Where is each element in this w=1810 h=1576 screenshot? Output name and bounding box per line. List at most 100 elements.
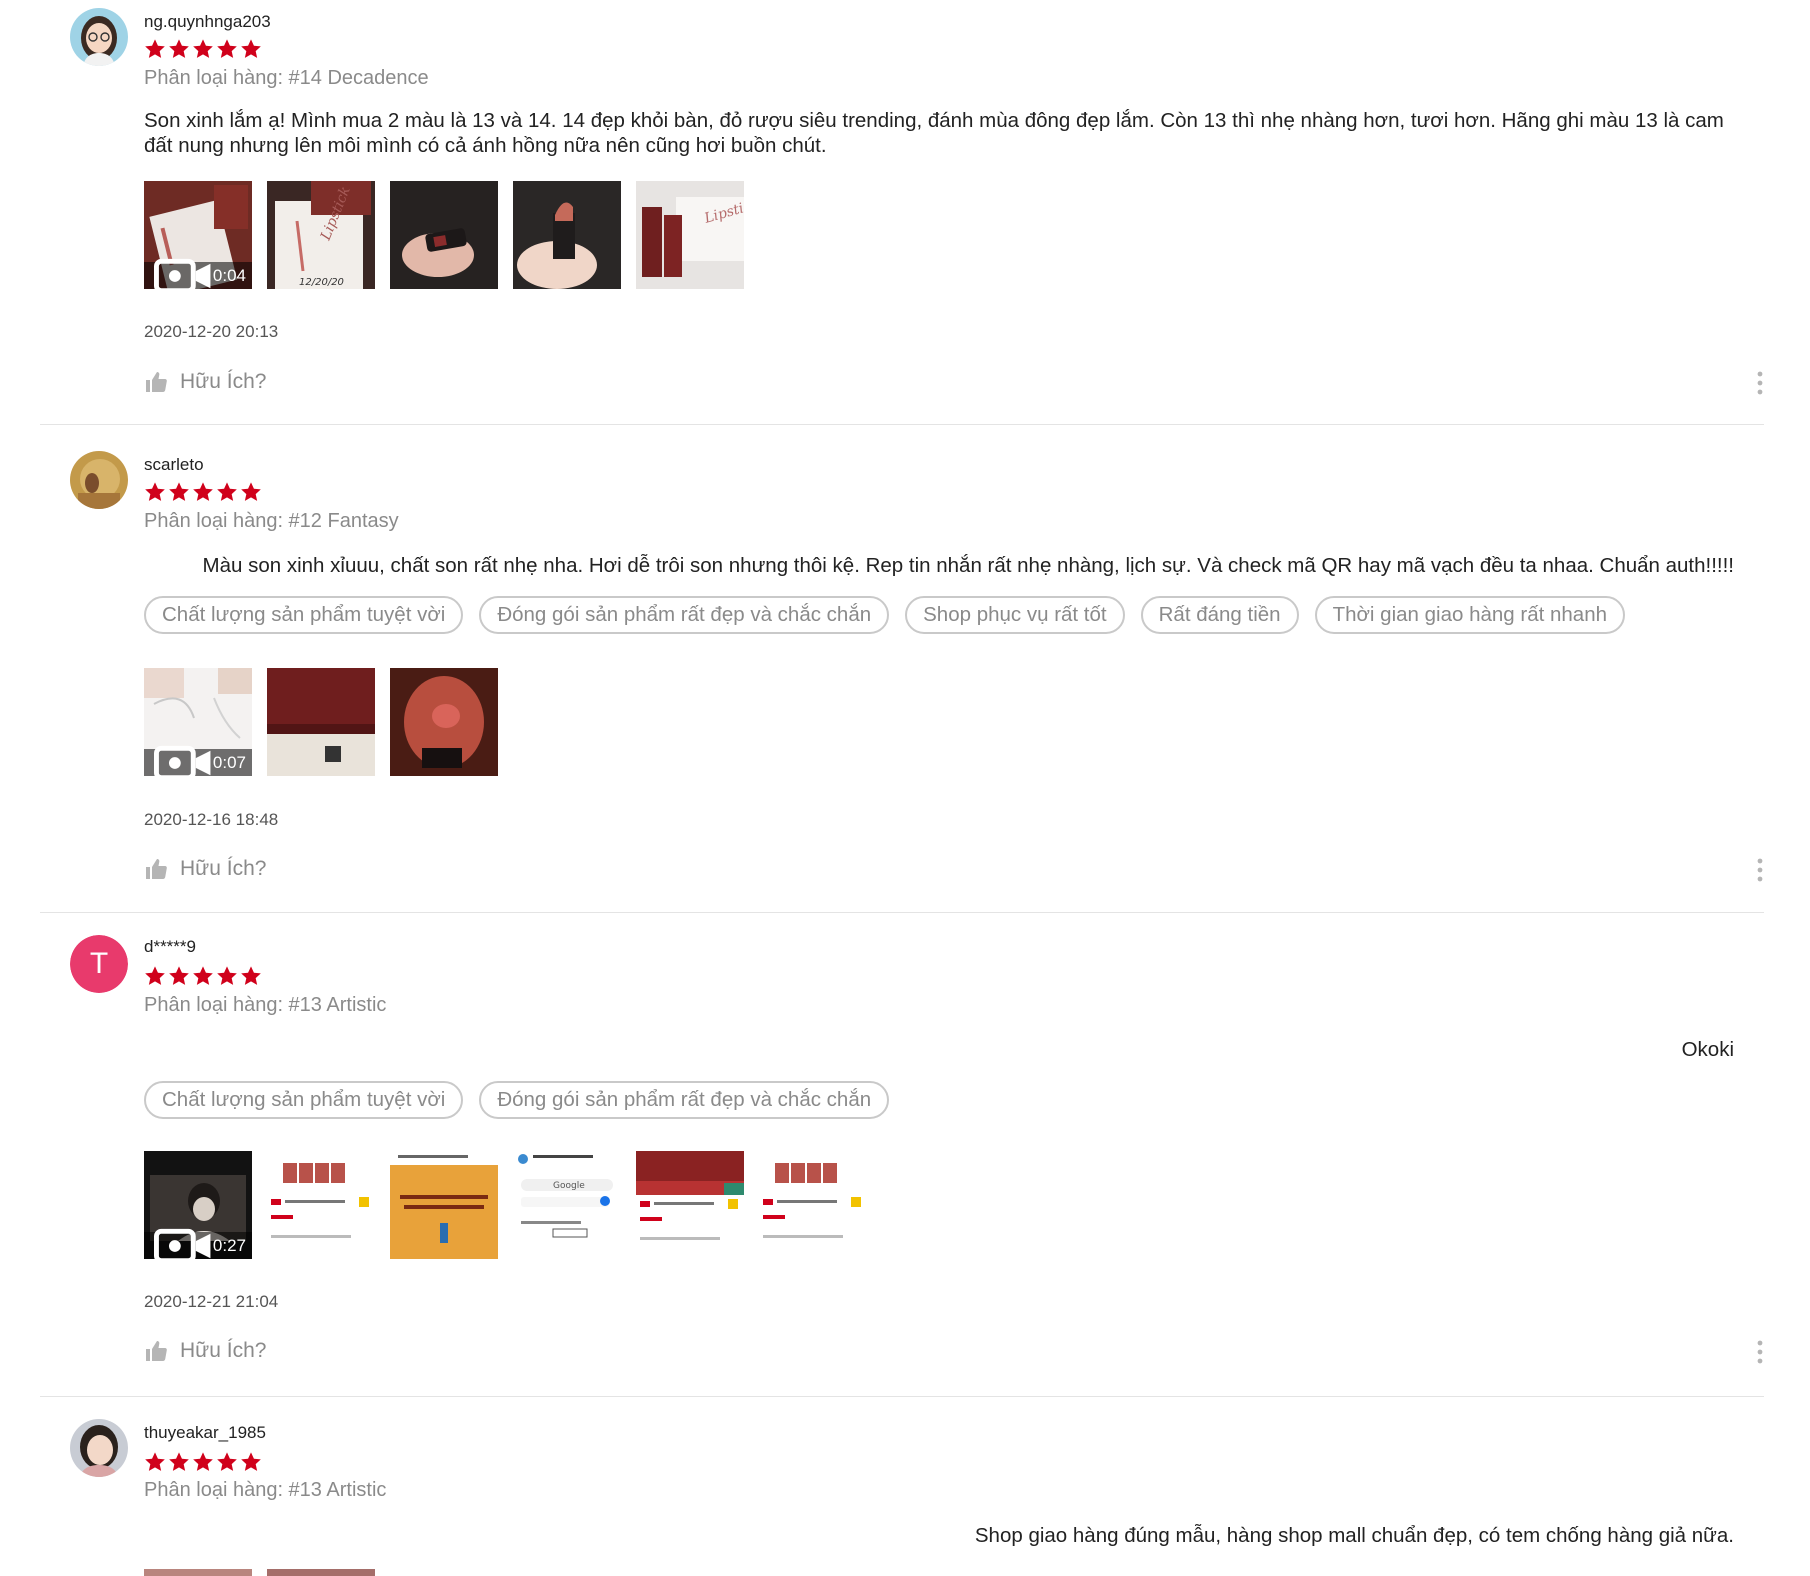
video-duration: 0:27	[212, 1235, 246, 1255]
video-thumbnail[interactable]: 0:27	[144, 1151, 252, 1259]
star-icon	[240, 1451, 262, 1473]
photo-date-text: 12/20/20	[299, 277, 344, 288]
avatar[interactable]	[70, 451, 128, 509]
video-camera-icon	[154, 709, 213, 777]
helpful-button[interactable]: Hữu Ích?	[144, 1339, 266, 1363]
review-date: 2020-12-21 21:04	[144, 1292, 279, 1311]
video-duration: 0:07	[212, 752, 246, 772]
avatar[interactable]	[70, 1419, 128, 1477]
review-date: 2020-12-16 18:48	[144, 810, 279, 829]
star-icon	[216, 965, 238, 987]
photo-thumbnail[interactable]	[267, 1151, 375, 1259]
star-icon	[168, 481, 190, 503]
reviews-page: ng.quynhnga203 Phân loại hàng: #14 Decad…	[0, 0, 1810, 1576]
video-duration-bar: 0:07	[144, 749, 252, 776]
helpful-label: Hữu Ích?	[180, 370, 267, 393]
helpful-label: Hữu Ích?	[180, 857, 267, 880]
username[interactable]: ng.quynhnga203	[144, 12, 271, 32]
star-icon	[240, 38, 262, 60]
username[interactable]: d*****9	[144, 937, 196, 957]
review-item: scarleto Phân loại hàng: #12 Fantasy Màu…	[40, 443, 1764, 913]
media-gallery: 0:04 Lipstick 12/20/20 Lipstick	[144, 181, 744, 289]
thumbs-up-icon	[144, 1340, 168, 1362]
thumbs-up-icon	[144, 858, 168, 880]
rating-stars	[144, 481, 262, 503]
photo-thumbnail[interactable]	[513, 181, 621, 289]
photo-thumbnail[interactable]	[267, 1569, 375, 1576]
avatar[interactable]: T	[70, 935, 128, 993]
video-thumbnail[interactable]: 0:04	[144, 181, 252, 289]
photo-thumbnail[interactable]: Lipstick 12/20/20	[267, 181, 375, 289]
review-comment: Shop giao hàng đúng mẫu, hàng shop mall …	[974, 1524, 1734, 1547]
photo-thumbnail[interactable]: Google	[513, 1151, 621, 1259]
video-duration-bar: 0:04	[144, 262, 252, 289]
photo-thumbnail[interactable]	[144, 1569, 252, 1576]
star-icon	[168, 1451, 190, 1473]
product-variant: Phân loại hàng: #13 Artistic	[144, 994, 387, 1016]
review-tag: Shop phục vụ rất tốt	[905, 596, 1125, 634]
video-duration: 0:04	[212, 265, 246, 285]
rating-stars	[144, 38, 262, 60]
rating-stars	[144, 965, 262, 987]
review-tags: Chất lượng sản phẩm tuyệt vời Đóng gói s…	[144, 1081, 890, 1119]
photo-thumbnail[interactable]	[390, 1151, 498, 1259]
photo-thumbnail[interactable]: Lipstick	[636, 181, 744, 289]
review-item: ng.quynhnga203 Phân loại hàng: #14 Decad…	[40, 0, 1764, 425]
star-icon	[240, 965, 262, 987]
thumbs-up-icon	[144, 371, 168, 393]
video-duration-bar: 0:27	[144, 1232, 252, 1259]
helpful-button[interactable]: Hữu Ích?	[144, 370, 266, 394]
review-tag: Rất đáng tiền	[1140, 596, 1299, 634]
star-icon	[168, 965, 190, 987]
review-item: thuyeakar_1985 Phân loại hàng: #13 Artis…	[40, 1411, 1764, 1576]
star-icon	[216, 481, 238, 503]
review-item: T d*****9 Phân loại hàng: #13 Artistic O…	[40, 927, 1764, 1397]
username[interactable]: scarleto	[144, 455, 204, 475]
review-comment: Son xinh lắm ạ! Mình mua 2 màu là 13 và …	[144, 109, 1724, 157]
star-icon	[192, 965, 214, 987]
username[interactable]: thuyeakar_1985	[144, 1423, 266, 1443]
review-tag: Đóng gói sản phẩm rất đẹp và chắc chắn	[479, 596, 890, 634]
review-comment: Okoki	[1681, 1038, 1734, 1061]
star-icon	[192, 481, 214, 503]
avatar[interactable]	[70, 8, 128, 66]
photo-thumbnail[interactable]	[636, 1151, 744, 1259]
photo-google-text: Google	[553, 1181, 585, 1191]
photo-thumbnail[interactable]	[267, 668, 375, 776]
review-tag: Chất lượng sản phẩm tuyệt vời	[144, 596, 464, 634]
helpful-label: Hữu Ích?	[180, 1339, 267, 1362]
avatar-letter: T	[70, 935, 128, 993]
video-camera-icon	[154, 222, 213, 290]
photo-thumbnail[interactable]	[390, 181, 498, 289]
star-icon	[192, 1451, 214, 1473]
media-gallery: 0:27 Google	[144, 1151, 867, 1259]
star-icon	[144, 481, 166, 503]
video-thumbnail[interactable]: 0:07	[144, 668, 252, 776]
product-variant: Phân loại hàng: #14 Decadence	[144, 67, 429, 89]
photo-thumbnail[interactable]	[390, 668, 498, 776]
star-icon	[216, 1451, 238, 1473]
star-icon	[192, 38, 214, 60]
helpful-button[interactable]: Hữu Ích?	[144, 857, 266, 881]
star-icon	[144, 965, 166, 987]
star-icon	[168, 38, 190, 60]
rating-stars	[144, 1451, 262, 1473]
star-icon	[240, 481, 262, 503]
review-comment: Màu son xinh xỉuuu, chất son rất nhẹ nha…	[202, 554, 1734, 577]
video-camera-icon	[154, 1192, 213, 1260]
photo-thumbnail[interactable]	[759, 1151, 867, 1259]
review-tags: Chất lượng sản phẩm tuyệt vời Đóng gói s…	[144, 596, 1626, 634]
star-icon	[144, 38, 166, 60]
more-options-icon[interactable]	[1756, 858, 1764, 882]
product-variant: Phân loại hàng: #12 Fantasy	[144, 510, 399, 532]
star-icon	[144, 1451, 166, 1473]
review-tag: Chất lượng sản phẩm tuyệt vời	[144, 1081, 464, 1119]
review-date: 2020-12-20 20:13	[144, 322, 279, 341]
review-tag: Thời gian giao hàng rất nhanh	[1314, 596, 1626, 634]
media-gallery: 0:07	[144, 668, 498, 776]
review-tag: Đóng gói sản phẩm rất đẹp và chắc chắn	[479, 1081, 890, 1119]
more-options-icon[interactable]	[1756, 371, 1764, 395]
star-icon	[216, 38, 238, 60]
media-gallery	[144, 1569, 375, 1576]
more-options-icon[interactable]	[1756, 1340, 1764, 1364]
